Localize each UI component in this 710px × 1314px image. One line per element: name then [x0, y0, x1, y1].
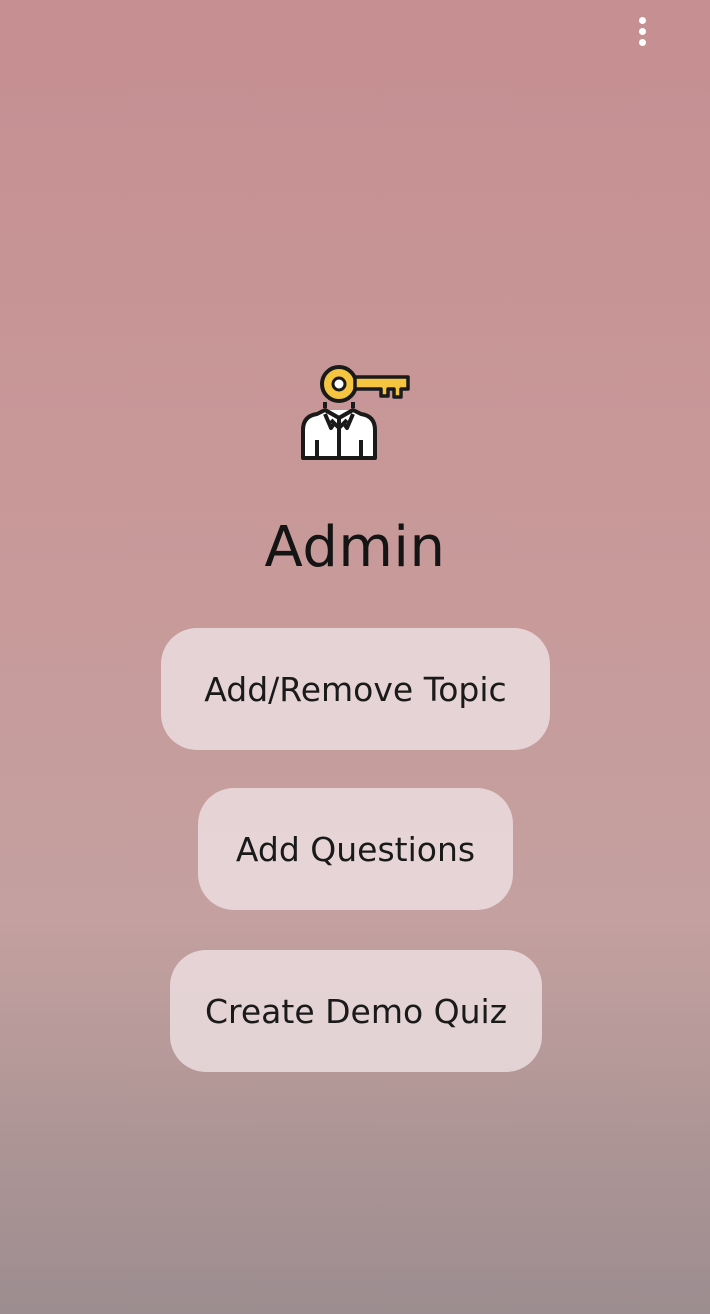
admin-key-person-icon	[301, 365, 410, 460]
add-questions-button[interactable]: Add Questions	[198, 788, 513, 910]
add-remove-topic-button[interactable]: Add/Remove Topic	[161, 628, 550, 750]
overflow-menu-button[interactable]	[622, 8, 662, 54]
key-icon	[320, 365, 410, 403]
page-title: Admin	[264, 515, 446, 580]
more-vert-icon	[638, 16, 646, 24]
person-icon	[301, 402, 377, 460]
create-demo-quiz-button[interactable]: Create Demo Quiz	[170, 950, 542, 1072]
